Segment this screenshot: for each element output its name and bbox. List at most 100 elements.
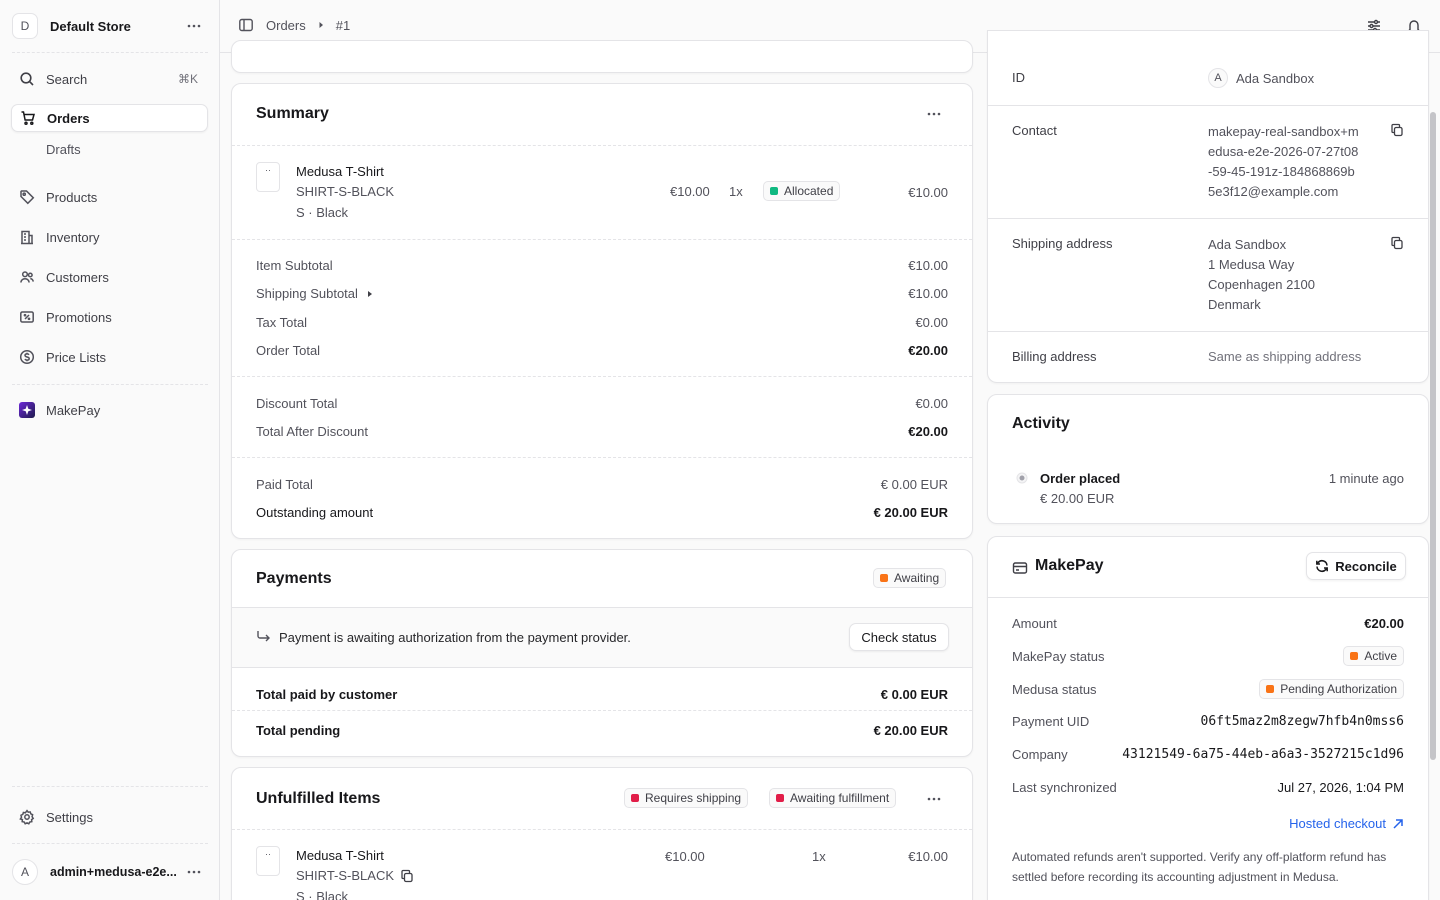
item-sku-row: SHIRT-S-BLACK xyxy=(296,868,414,883)
badge-label: Allocated xyxy=(784,184,834,198)
amount-value: €20.00 xyxy=(1364,616,1404,631)
divider xyxy=(988,105,1428,106)
activity-amount: € 20.00 EUR xyxy=(1040,491,1115,506)
breadcrumb-current: #1 xyxy=(335,17,351,33)
sidebar-item-label: Orders xyxy=(47,110,90,126)
payments-card: Payments Awaiting Payment is awaiting au… xyxy=(231,549,973,757)
divider xyxy=(232,710,972,711)
item-name: Medusa T-Shirt xyxy=(296,164,384,179)
divider xyxy=(232,376,972,377)
outstanding-label: Outstanding amount xyxy=(256,505,374,520)
status-dot xyxy=(631,794,639,802)
makepay-logo-icon xyxy=(19,402,35,418)
address-line: Ada Sandbox xyxy=(1208,237,1287,252)
user-menu[interactable]: A admin+medusa-e2e... xyxy=(12,858,208,886)
medusa-status-label: Medusa status xyxy=(1012,682,1097,697)
sidebar-item-inventory[interactable]: Inventory xyxy=(11,223,208,251)
sidebar-item-drafts[interactable]: Drafts xyxy=(46,142,81,157)
reconcile-label: Reconcile xyxy=(1335,558,1397,574)
status-badge: Allocated xyxy=(763,181,841,201)
billing-address-value: Same as shipping address xyxy=(1208,349,1362,364)
badge-label: Active xyxy=(1364,649,1397,663)
contact-label: Contact xyxy=(1012,123,1057,138)
discount-value: €20.00 xyxy=(908,424,948,439)
status-dot xyxy=(1350,652,1359,660)
badge-label: Awaiting fulfillment xyxy=(790,791,890,805)
amount-label: Amount xyxy=(1012,616,1057,631)
check-status-button[interactable]: Check status xyxy=(849,623,949,651)
sidebar-divider xyxy=(12,843,208,844)
sidebar-item-customers[interactable]: Customers xyxy=(11,263,208,291)
sidebar-divider xyxy=(12,786,208,787)
sidebar-toggle-icon[interactable] xyxy=(238,17,254,33)
paid-value: € 0.00 EUR xyxy=(880,477,948,492)
timeline-dot-icon xyxy=(1016,472,1028,484)
sidebar-item-label: Products xyxy=(46,189,98,205)
breadcrumb: Orders #1 xyxy=(238,17,350,33)
sidebar-item-label: Promotions xyxy=(46,309,112,325)
paid-by-customer-label: Total paid by customer xyxy=(256,687,398,702)
summary-menu-icon[interactable] xyxy=(927,112,941,116)
store-switcher[interactable]: D Default Store xyxy=(12,12,208,40)
last-synchronized-label: Last synchronized xyxy=(1012,780,1117,795)
sidebar-item-products[interactable]: Products xyxy=(11,183,208,211)
sidebar-divider xyxy=(12,384,208,385)
totals-label: Order Total xyxy=(256,343,321,358)
outstanding-value: € 20.00 EUR xyxy=(873,505,948,520)
customer-card: ID A Ada Sandbox Contact makepay-real-sa… xyxy=(987,30,1429,383)
discount-label: Discount Total xyxy=(256,396,338,411)
hosted-checkout-link[interactable]: Hosted checkout xyxy=(1289,816,1404,831)
sidebar-item-settings[interactable]: Settings xyxy=(11,803,208,831)
copy-icon[interactable] xyxy=(1390,123,1404,137)
sidebar-item-label: MakePay xyxy=(46,402,101,418)
summary-card: Summary ·· Medusa T-Shirt SHIRT-S-BLACK … xyxy=(231,83,973,539)
item-name: Medusa T-Shirt xyxy=(296,848,384,863)
sidebar-item-price-lists[interactable]: Price Lists xyxy=(11,343,208,371)
paid-by-customer-value: € 0.00 EUR xyxy=(880,687,948,702)
sidebar-item-promotions[interactable]: Promotions xyxy=(11,303,208,331)
store-avatar: D xyxy=(12,13,38,39)
customer-avatar: A xyxy=(1208,68,1228,88)
totals-label: Tax Total xyxy=(256,315,308,330)
shipping-subtotal-toggle[interactable]: Shipping Subtotal xyxy=(256,286,374,301)
sidebar-item-makepay[interactable]: MakePay xyxy=(11,396,208,424)
badge-label: Awaiting xyxy=(894,571,940,585)
makepay-title: MakePay xyxy=(1035,557,1104,574)
sidebar-item-label: Settings xyxy=(46,809,93,825)
search-button[interactable]: Search ⌘K xyxy=(11,65,208,93)
user-menu-icon[interactable] xyxy=(186,865,202,879)
medusa-status-badge: Pending Authorization xyxy=(1259,679,1404,699)
breadcrumb-orders[interactable]: Orders xyxy=(266,18,306,33)
reconcile-button[interactable]: Reconcile xyxy=(1306,552,1406,580)
page-scrollbar[interactable] xyxy=(1430,112,1436,760)
credit-card-icon xyxy=(1012,560,1028,576)
gear-icon xyxy=(19,809,35,825)
customer-link[interactable]: A Ada Sandbox xyxy=(1208,68,1314,88)
payment-status-badge: Awaiting xyxy=(873,568,947,588)
customer-id-label: ID xyxy=(1012,70,1025,85)
sidebar-item-label: Inventory xyxy=(46,229,100,245)
search-shortcut: ⌘K xyxy=(177,72,198,86)
sidebar-divider xyxy=(12,52,208,53)
badge-label: Pending Authorization xyxy=(1280,682,1397,696)
item-unit-price: €10.00 xyxy=(670,184,710,199)
company-value: 43121549-6a75-44eb-a6a3-3527215c1d96 xyxy=(1122,747,1404,762)
copy-icon[interactable] xyxy=(400,869,414,883)
copy-icon[interactable] xyxy=(1390,236,1404,250)
summary-title: Summary xyxy=(256,105,329,122)
awaiting-fulfillment-badge: Awaiting fulfillment xyxy=(769,788,897,808)
contact-line: -59-45-191z-184868869b xyxy=(1208,164,1355,179)
search-label: Search xyxy=(46,71,88,87)
product-thumbnail: ·· xyxy=(256,846,280,876)
unfulfilled-menu-icon[interactable] xyxy=(927,797,941,801)
store-menu-icon[interactable] xyxy=(186,19,202,33)
contact-line: makepay-real-sandbox+m xyxy=(1208,124,1359,139)
sidebar-item-orders[interactable]: Orders xyxy=(11,104,208,132)
currency-dollar-icon xyxy=(19,349,35,365)
shipping-address-label: Shipping address xyxy=(1012,236,1113,251)
badge-label: Requires shipping xyxy=(645,791,742,805)
search-icon xyxy=(19,71,35,87)
triangle-right-icon xyxy=(366,290,374,298)
company-label: Company xyxy=(1012,747,1068,762)
status-dot xyxy=(1266,685,1275,693)
